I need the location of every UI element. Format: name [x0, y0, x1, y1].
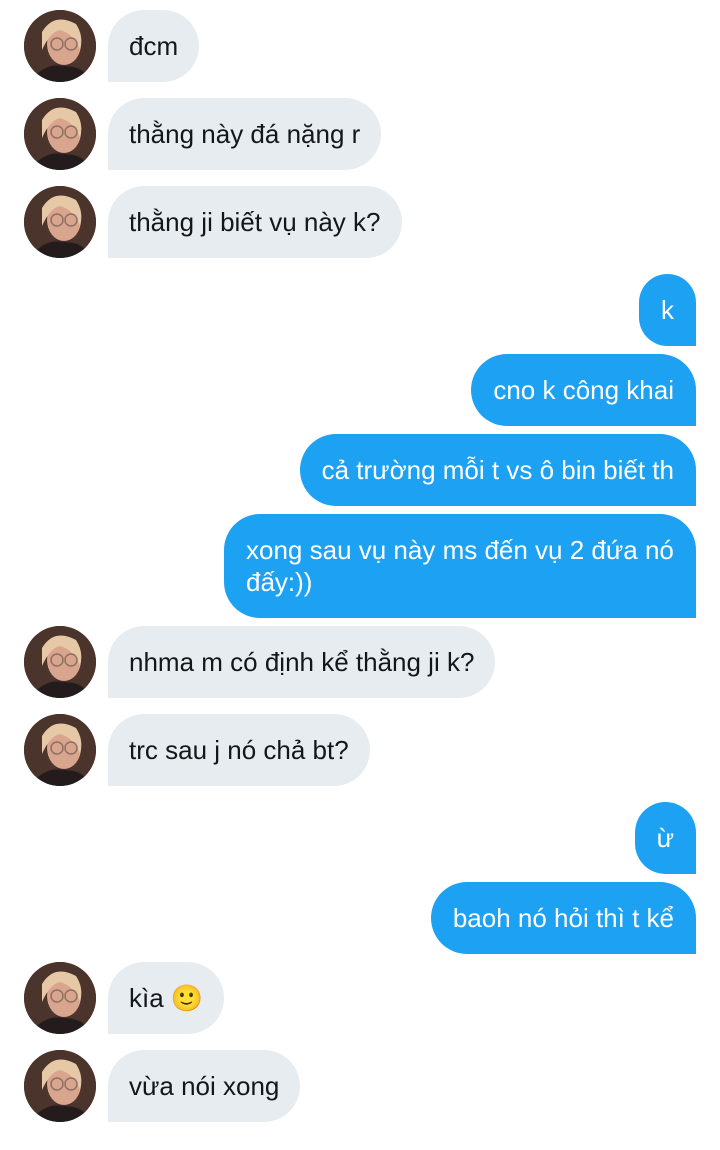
message-bubble[interactable]: baoh nó hỏi thì t kể [430, 882, 696, 954]
message-bubble[interactable]: cả trường mỗi t vs ô bin biết th [299, 434, 696, 506]
message-bubble[interactable]: vừa nói xong [108, 1050, 301, 1122]
message-bubble[interactable]: ừ [634, 802, 696, 874]
message-bubble[interactable]: cno k công khai [471, 354, 696, 426]
avatar[interactable] [24, 186, 96, 258]
message-bubble[interactable]: đcm [108, 10, 200, 82]
avatar[interactable] [24, 98, 96, 170]
avatar[interactable] [24, 10, 96, 82]
message-bubble[interactable]: k [639, 274, 696, 346]
avatar[interactable] [24, 626, 96, 698]
avatar[interactable] [24, 714, 96, 786]
message-bubble[interactable]: trc sau j nó chả bt? [108, 714, 370, 786]
message-bubble[interactable]: xong sau vụ này ms đến vụ 2 đứa nó đấy:)… [224, 514, 696, 618]
message-bubble[interactable]: thằng ji biết vụ này k? [108, 186, 402, 258]
message-bubble[interactable]: nhma m có định kể thằng ji k? [108, 626, 496, 698]
message-bubble[interactable]: thằng này đá nặng r [108, 98, 382, 170]
message-bubble[interactable]: kìa 🙂 [108, 962, 225, 1034]
avatar[interactable] [24, 962, 96, 1034]
avatar[interactable] [24, 1050, 96, 1122]
